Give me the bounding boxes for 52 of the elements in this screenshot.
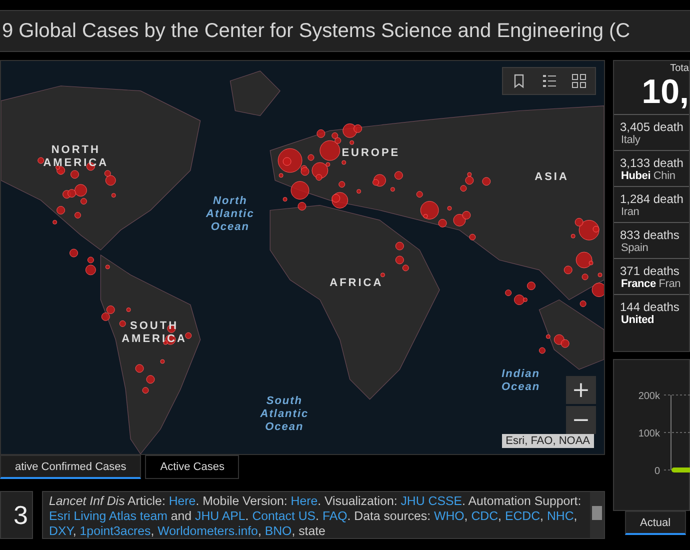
location-name: United xyxy=(620,314,656,326)
zoom-out-button[interactable]: − xyxy=(566,406,596,434)
total-deaths-label: Tota xyxy=(670,62,689,74)
continent-label: EUROPE xyxy=(342,147,400,160)
location-name: Iran xyxy=(620,206,640,218)
text-link[interactable]: DXY xyxy=(49,524,73,538)
continent-label: AFRICA xyxy=(330,277,384,290)
axis-tick-label: 100k xyxy=(638,428,660,440)
count-value: 3 xyxy=(14,500,29,530)
text-link[interactable]: FAQ xyxy=(322,509,348,523)
journal-name: Lancet Inf Dis xyxy=(49,494,125,508)
text-link[interactable]: BNO xyxy=(264,524,292,538)
map-tab[interactable]: ative Confirmed Cases xyxy=(0,455,142,479)
text-link[interactable]: Here xyxy=(168,494,196,508)
death-count: 1,284 death xyxy=(620,192,684,206)
text-link[interactable]: 1point3acres xyxy=(80,524,151,538)
axis-tick-label: 200k xyxy=(638,391,660,402)
text-link[interactable]: CDC xyxy=(471,509,498,523)
basemap-grid-icon[interactable] xyxy=(571,73,587,89)
location-name: Spain xyxy=(620,242,650,254)
axis-tick-label: 0 xyxy=(654,466,660,477)
text-link[interactable]: Esri Living Atlas team xyxy=(49,509,168,523)
text-link[interactable]: WHO xyxy=(434,509,464,523)
location-name: France Fran xyxy=(620,278,682,290)
text-link[interactable]: Here xyxy=(290,494,318,508)
death-count: 371 deaths xyxy=(620,264,680,278)
location-name: Hubei Chin xyxy=(620,170,676,182)
legend-list-icon[interactable] xyxy=(541,73,557,89)
death-count: 3,133 death xyxy=(620,156,684,170)
ocean-label: Indian Ocean xyxy=(501,368,540,394)
death-count: 144 deaths xyxy=(620,300,680,314)
map-tab[interactable]: Active Cases xyxy=(145,455,240,479)
dashboard-title: 9 Global Cases by the Center for Systems Science and Engineering (C xyxy=(1,20,630,42)
map-attribution: Esri, FAO, NOAA xyxy=(502,434,594,448)
ocean-label: North Atlantic Ocean xyxy=(206,194,254,234)
text-link[interactable]: ECDC xyxy=(504,509,540,523)
text-link[interactable]: Worldometers.info xyxy=(158,524,258,538)
text-link[interactable]: JHU CSSE xyxy=(400,494,462,508)
ocean-label: South Atlantic Ocean xyxy=(260,395,309,434)
source-credits-text: Lancet Inf Dis Article: Here. Mobile Version: Here. Visualization: JHU CSSE. Automation Support: Esri Living Atlas team and JHU APL. Contact US. FAQ. Data sources: WHO, CDC, ECDC, NHC, DXY, 1point3acres, Worldometers.info, BNO, state xyxy=(48,493,582,540)
continent-label: ASIA xyxy=(534,171,569,184)
death-count: 833 deaths xyxy=(620,228,680,242)
zoom-in-button[interactable]: + xyxy=(566,376,596,404)
text-link[interactable]: JHU APL xyxy=(195,509,246,523)
text-link[interactable]: Contact US xyxy=(252,509,316,523)
death-count: 3,405 death xyxy=(620,120,684,134)
trend-line xyxy=(672,468,690,472)
location-name: Italy xyxy=(620,134,642,146)
scrollbar[interactable] xyxy=(590,492,604,538)
text-link[interactable]: NHC xyxy=(546,509,574,523)
chart-tab[interactable]: Actual xyxy=(625,511,686,535)
total-deaths-value: 10, xyxy=(642,74,689,110)
